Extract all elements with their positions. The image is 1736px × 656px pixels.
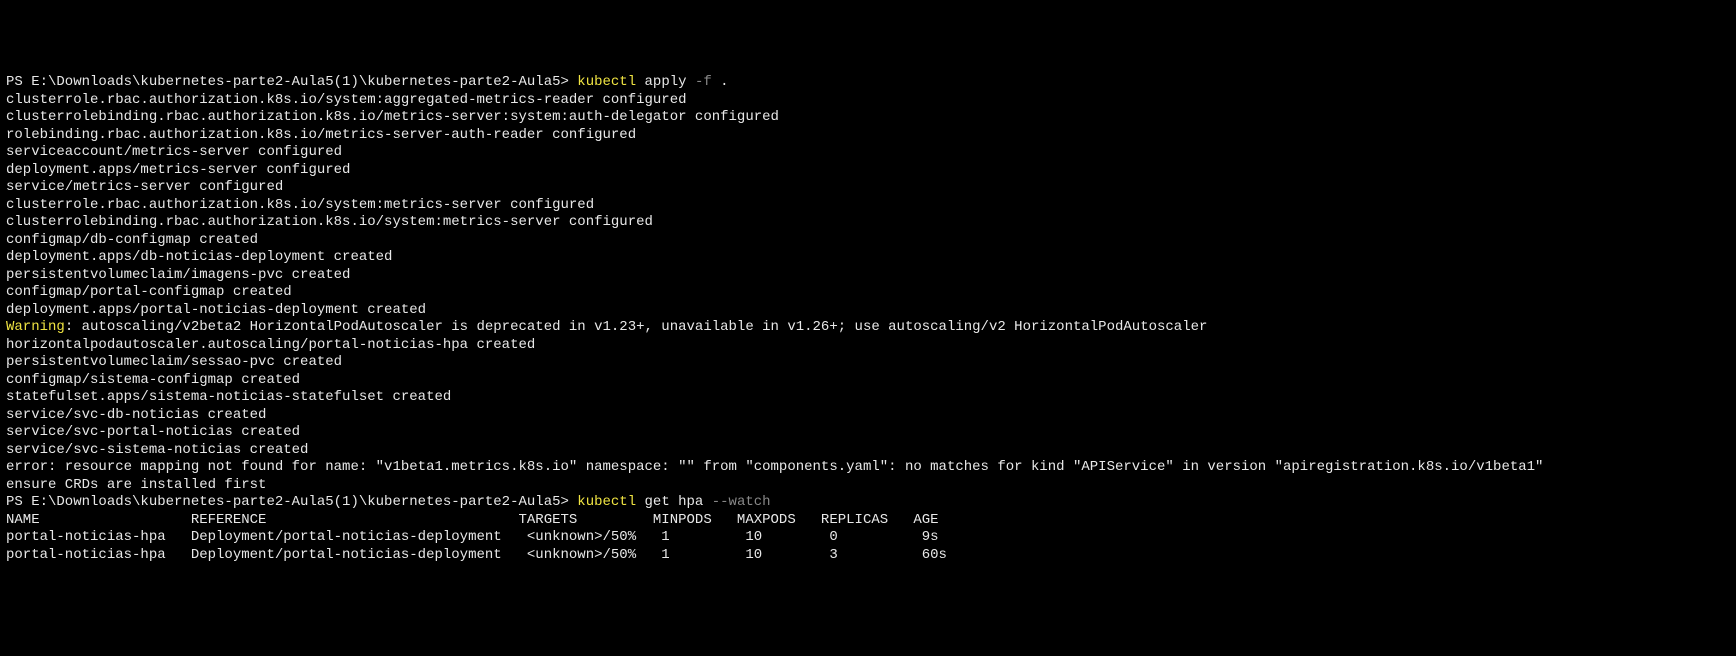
kubectl-command: kubectl bbox=[577, 74, 644, 90]
warning-text: : autoscaling/v2beta2 HorizontalPodAutos… bbox=[65, 319, 1208, 335]
output-line: configmap/portal-configmap created bbox=[6, 284, 1730, 302]
output-line: configmap/sistema-configmap created bbox=[6, 372, 1730, 390]
output-line: persistentvolumeclaim/imagens-pvc create… bbox=[6, 267, 1730, 285]
prompt-prefix: PS E:\Downloads\kubernetes-parte2-Aula5(… bbox=[6, 494, 577, 510]
output-line: configmap/db-configmap created bbox=[6, 232, 1730, 250]
output-line: rolebinding.rbac.authorization.k8s.io/me… bbox=[6, 127, 1730, 145]
output-line: clusterrole.rbac.authorization.k8s.io/sy… bbox=[6, 92, 1730, 110]
output-line: statefulset.apps/sistema-noticias-statef… bbox=[6, 389, 1730, 407]
prompt-line-2: PS E:\Downloads\kubernetes-parte2-Aula5(… bbox=[6, 494, 1730, 512]
output-line: service/svc-portal-noticias created bbox=[6, 424, 1730, 442]
kubectl-flag: --watch bbox=[712, 494, 771, 510]
output-line: deployment.apps/metrics-server configure… bbox=[6, 162, 1730, 180]
table-row: portal-noticias-hpa Deployment/portal-no… bbox=[6, 529, 1730, 547]
output-line: ensure CRDs are installed first bbox=[6, 477, 1730, 495]
output-line: clusterrolebinding.rbac.authorization.k8… bbox=[6, 214, 1730, 232]
output-line: service/svc-sistema-noticias created bbox=[6, 442, 1730, 460]
output-line: service/metrics-server configured bbox=[6, 179, 1730, 197]
kubectl-arg: . bbox=[720, 74, 728, 90]
output-line: persistentvolumeclaim/sessao-pvc created bbox=[6, 354, 1730, 372]
output-line: error: resource mapping not found for na… bbox=[6, 459, 1730, 477]
terminal-output[interactable]: PS E:\Downloads\kubernetes-parte2-Aula5(… bbox=[6, 74, 1730, 564]
kubectl-subcommand: get hpa bbox=[645, 494, 712, 510]
output-line: serviceaccount/metrics-server configured bbox=[6, 144, 1730, 162]
kubectl-command: kubectl bbox=[577, 494, 644, 510]
table-header: NAME REFERENCE TARGETS MINPODS MAXPODS R… bbox=[6, 512, 1730, 530]
output-line: deployment.apps/db-noticias-deployment c… bbox=[6, 249, 1730, 267]
prompt-prefix: PS E:\Downloads\kubernetes-parte2-Aula5(… bbox=[6, 74, 577, 90]
warning-label: Warning bbox=[6, 319, 65, 335]
output-line: clusterrolebinding.rbac.authorization.k8… bbox=[6, 109, 1730, 127]
output-line: clusterrole.rbac.authorization.k8s.io/sy… bbox=[6, 197, 1730, 215]
output-line: service/svc-db-noticias created bbox=[6, 407, 1730, 425]
output-line: horizontalpodautoscaler.autoscaling/port… bbox=[6, 337, 1730, 355]
prompt-line-1: PS E:\Downloads\kubernetes-parte2-Aula5(… bbox=[6, 74, 1730, 92]
output-line: deployment.apps/portal-noticias-deployme… bbox=[6, 302, 1730, 320]
kubectl-subcommand: apply bbox=[645, 74, 695, 90]
table-row: portal-noticias-hpa Deployment/portal-no… bbox=[6, 547, 1730, 565]
warning-line: Warning: autoscaling/v2beta2 HorizontalP… bbox=[6, 319, 1730, 337]
kubectl-flag: -f bbox=[695, 74, 720, 90]
